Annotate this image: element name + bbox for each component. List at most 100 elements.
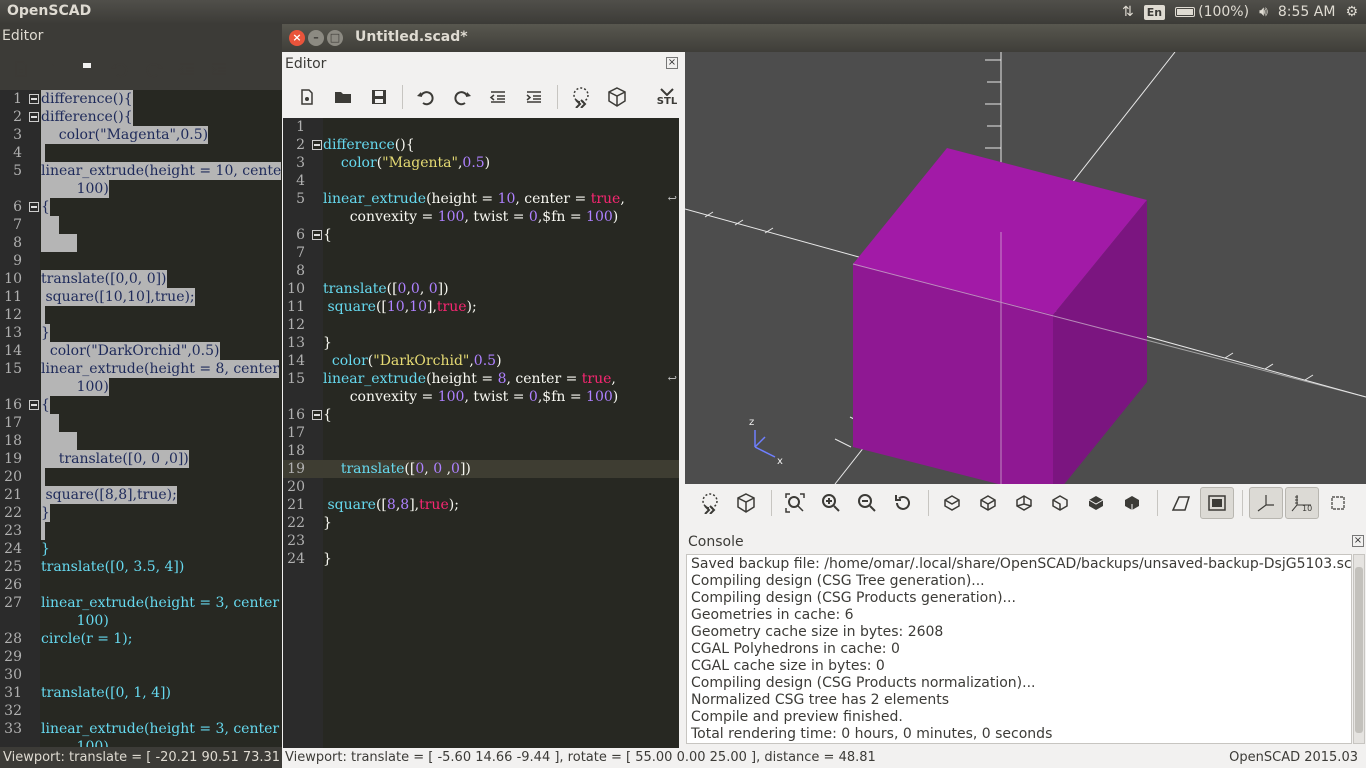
console-output[interactable]: Saved backup file: /home/omar/.local/sha… [686,554,1352,744]
bg-code-line[interactable]: 20 [0,468,284,486]
editor-dock-close-button[interactable]: × [666,57,678,69]
redo-button[interactable] [447,82,477,112]
gear-icon[interactable]: ⚙ [1345,4,1358,20]
background-window[interactable]: Editor 1 difference(){2 difference(){3 col… [0,24,284,768]
bg-code-line[interactable]: 1 difference(){ [0,90,284,108]
bg-code-line[interactable]: 100) [0,180,284,198]
window-titlebar[interactable]: × – □ Untitled.scad* [282,24,1366,52]
view-bottom-button[interactable] [1007,487,1041,519]
code-line[interactable]: 23 [283,532,679,550]
fold-toggle-icon[interactable] [312,140,322,150]
view-front-button[interactable] [1079,487,1113,519]
code-line[interactable]: 2 difference(){ [283,136,679,154]
bg-code-line[interactable]: 10 translate([0,0, 0]) [0,270,284,288]
main-window[interactable]: × – □ Untitled.scad* Editor × STL 1 2 di… [282,24,1366,768]
bg-fold-toggle-icon[interactable] [29,112,39,122]
new-file-button[interactable] [292,82,322,112]
bg-code-line[interactable]: 7 [0,216,284,234]
window-close-button[interactable]: × [289,30,305,46]
bg-code-line[interactable]: 30 [0,666,284,684]
bg-code-line[interactable]: 2 difference(){ [0,108,284,126]
view-top-button[interactable] [971,487,1005,519]
bg-code-line[interactable]: 100) [0,612,284,630]
unindent-button[interactable] [483,82,513,112]
code-line[interactable]: 6{ [283,226,679,244]
console-close-button[interactable]: × [1352,535,1364,547]
bg-save-file-icon[interactable] [78,60,96,82]
zoom-in-button[interactable] [814,487,848,519]
code-line[interactable]: 7 [283,244,679,262]
undo-button[interactable] [411,82,441,112]
clock[interactable]: 8:55 AM [1278,4,1336,20]
keyboard-layout-indicator[interactable]: En [1143,4,1166,20]
bg-code-line[interactable]: 32 [0,702,284,720]
window-minimize-button[interactable]: – [308,30,324,46]
reset-view-button[interactable] [886,487,920,519]
bg-code-line[interactable]: 19 translate([0, 0 ,0]) [0,450,284,468]
bg-open-file-icon[interactable] [44,60,64,82]
bg-undo-icon[interactable] [110,60,130,82]
bg-code-line[interactable]: 22} [0,504,284,522]
volume-icon[interactable]: 🔊︎ [1259,4,1268,20]
view-back-button[interactable] [1115,487,1149,519]
code-editor[interactable]: 1 2 difference(){3 color("Magenta",0.5) 4 5 l… [283,118,679,748]
indent-button[interactable] [519,82,549,112]
bg-code-line[interactable]: 4 [0,144,284,162]
zoom-out-button[interactable] [850,487,884,519]
fold-toggle-icon[interactable] [312,410,322,420]
export-stl-button[interactable]: STL [652,82,682,112]
code-line[interactable]: 1 [283,118,679,136]
console-scrollbar[interactable] [1353,554,1365,744]
show-axes-button[interactable] [1249,487,1283,519]
code-line[interactable]: 24} [283,550,679,568]
code-line[interactable]: 22} [283,514,679,532]
bg-code-line[interactable]: 15 linear_extrude(height = 8, center [0,360,284,378]
show-scale-markers-button[interactable]: 10 [1285,487,1319,519]
code-line[interactable]: convexity = 100, twist = 0,$fn = 100) [283,208,679,226]
bg-code-line[interactable]: 24} [0,540,284,558]
bg-code-line[interactable]: 26 [0,576,284,594]
bg-code-editor[interactable]: 1 difference(){2 difference(){3 color("Mag… [0,90,284,747]
orthogonal-button[interactable] [1200,487,1234,519]
code-line[interactable]: 14 color("DarkOrchid",0.5) [283,352,679,370]
bg-code-line[interactable]: 6{ [0,198,284,216]
bg-code-line[interactable]: 9 [0,252,284,270]
code-line[interactable]: 21 square([8,8],true); [283,496,679,514]
bg-code-line[interactable]: 14 color("DarkOrchid",0.5) [0,342,284,360]
bg-unindent-icon[interactable] [178,61,196,81]
view-left-button[interactable] [1043,487,1077,519]
bg-code-line[interactable]: 18 [0,432,284,450]
render-button[interactable] [602,82,632,112]
bg-code-line[interactable]: 17 [0,414,284,432]
show-crosshairs-button[interactable] [1321,487,1355,519]
bg-code-line[interactable]: 31 translate([0, 1, 4]) [0,684,284,702]
bg-code-line[interactable]: 100) [0,738,284,747]
bg-code-line[interactable]: 13} [0,324,284,342]
bg-code-line[interactable]: 33 linear_extrude(height = 3, center [0,720,284,738]
view-render-button[interactable] [729,487,763,519]
network-icon[interactable]: ⇅ [1122,4,1134,20]
bg-code-line[interactable]: 12 [0,306,284,324]
bg-code-line[interactable]: 16 { [0,396,284,414]
code-line[interactable]: 20 [283,478,679,496]
bg-code-line[interactable]: 25 translate([0, 3.5, 4]) [0,558,284,576]
view-all-button[interactable] [778,487,812,519]
code-line[interactable]: 11 square([10,10],true); [283,298,679,316]
window-maximize-button[interactable]: □ [327,30,343,46]
bg-new-file-icon[interactable] [12,60,30,82]
3d-viewport[interactable]: z x [685,52,1366,484]
bg-code-line[interactable]: 11 square([10,10],true); [0,288,284,306]
code-line[interactable]: 16 { [283,406,679,424]
code-line[interactable]: 18 [283,442,679,460]
perspective-button[interactable] [1164,487,1198,519]
bg-fold-toggle-icon[interactable] [29,94,39,104]
bg-fold-toggle-icon[interactable] [29,400,39,410]
code-line[interactable]: convexity = 100, twist = 0,$fn = 100) [283,388,679,406]
open-file-button[interactable] [328,82,358,112]
bg-code-line[interactable]: 3 color("Magenta",0.5) [0,126,284,144]
code-line[interactable]: 4 [283,172,679,190]
save-file-button[interactable] [364,82,394,112]
code-line[interactable]: 10 translate([0,0, 0]) [283,280,679,298]
code-line[interactable]: 8 [283,262,679,280]
bg-code-line[interactable]: 27 linear_extrude(height = 3, center [0,594,284,612]
